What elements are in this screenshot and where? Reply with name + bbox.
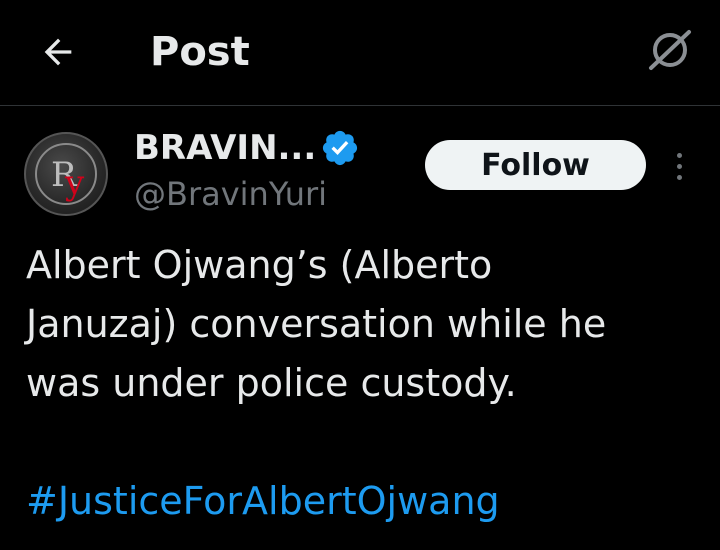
- follow-button[interactable]: Follow: [425, 140, 646, 190]
- post-text-line: was under police custody.: [26, 361, 517, 405]
- verified-badge-icon: [322, 130, 358, 166]
- arrow-left-icon: [44, 38, 72, 66]
- more-vertical-icon: [676, 174, 682, 180]
- post-text-line: Januzaj) conversation while he: [26, 302, 607, 346]
- post-body: Albert Ojwang’s (Alberto Januzaj) conver…: [26, 236, 706, 413]
- author-display-name[interactable]: BRAVIN...: [134, 126, 316, 170]
- post-text-line: Albert Ojwang’s (Alberto: [26, 243, 493, 287]
- grok-icon: [649, 30, 691, 70]
- avatar[interactable]: R y: [24, 132, 108, 216]
- back-button[interactable]: [30, 24, 86, 80]
- page-title: Post: [150, 29, 250, 75]
- more-vertical-icon: [676, 163, 682, 169]
- more-vertical-icon: [676, 152, 682, 158]
- author-handle[interactable]: @BravinYuri: [134, 172, 327, 216]
- svg-text:y: y: [64, 163, 85, 203]
- more-options-button[interactable]: [664, 148, 694, 184]
- hashtag-link[interactable]: #JusticeForAlbertOjwang: [26, 472, 500, 531]
- grok-button[interactable]: [644, 24, 696, 76]
- brand-logo-icon: R y: [35, 143, 97, 205]
- top-app-bar: Post: [0, 0, 720, 106]
